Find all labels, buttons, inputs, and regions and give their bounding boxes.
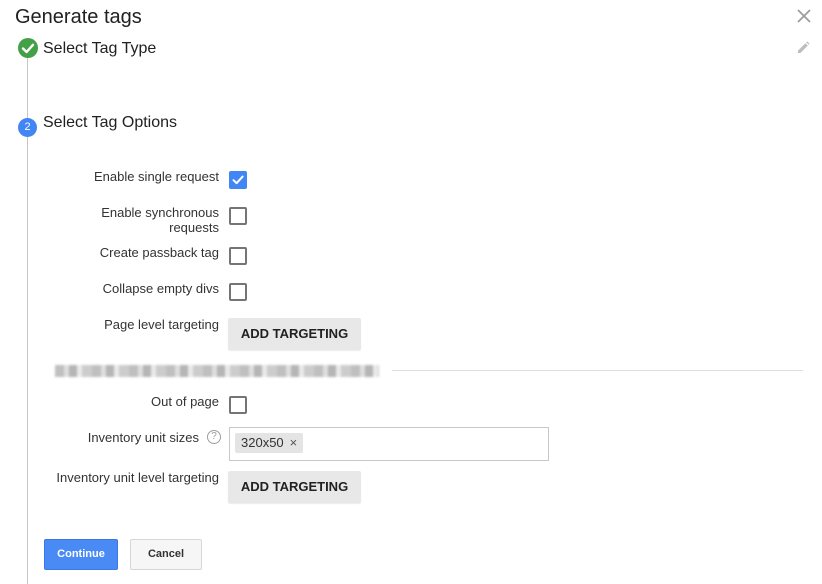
size-chip-label: 320x50 — [241, 435, 284, 450]
passback-checkbox[interactable] — [229, 247, 247, 265]
step-2-number: 2 — [18, 118, 37, 137]
out-of-page-checkbox[interactable] — [229, 396, 247, 414]
unit-add-targeting-button[interactable]: ADD TARGETING — [228, 471, 361, 503]
continue-button[interactable]: Continue — [44, 539, 118, 570]
chip-remove-icon[interactable]: × — [290, 433, 298, 453]
passback-label: Create passback tag — [99, 245, 219, 260]
sync-requests-label: Enable synchronous requests — [101, 205, 219, 235]
checkmark-icon — [232, 175, 244, 185]
section-divider — [392, 370, 803, 371]
page-targeting-label: Page level targeting — [104, 317, 219, 332]
size-chip: 320x50 × — [235, 433, 304, 453]
sync-requests-label-line1: Enable synchronous — [101, 205, 219, 220]
help-circle-icon[interactable]: ? — [207, 430, 221, 444]
out-of-page-label: Out of page — [151, 394, 219, 409]
check-circle-icon — [18, 38, 38, 58]
redacted-ad-unit-name — [55, 365, 379, 377]
single-request-checkbox[interactable] — [229, 171, 247, 189]
collapse-divs-label: Collapse empty divs — [102, 281, 219, 296]
step-1-title: Select Tag Type — [43, 40, 157, 57]
sizes-label: Inventory unit sizes — [87, 430, 199, 445]
step-2-title: Select Tag Options — [43, 114, 178, 131]
dialog-title: Generate tags — [15, 6, 142, 28]
unit-targeting-label: Inventory unit level targeting — [56, 470, 219, 485]
single-request-label: Enable single request — [93, 169, 219, 184]
close-icon[interactable] — [796, 8, 812, 24]
sync-requests-label-line2: requests — [169, 220, 219, 235]
sync-requests-checkbox[interactable] — [229, 207, 247, 225]
pencil-icon[interactable] — [796, 41, 810, 55]
page-add-targeting-button[interactable]: ADD TARGETING — [228, 318, 361, 350]
cancel-button[interactable]: Cancel — [130, 539, 202, 570]
sizes-input[interactable]: 320x50 × — [229, 427, 549, 461]
collapse-divs-checkbox[interactable] — [229, 283, 247, 301]
